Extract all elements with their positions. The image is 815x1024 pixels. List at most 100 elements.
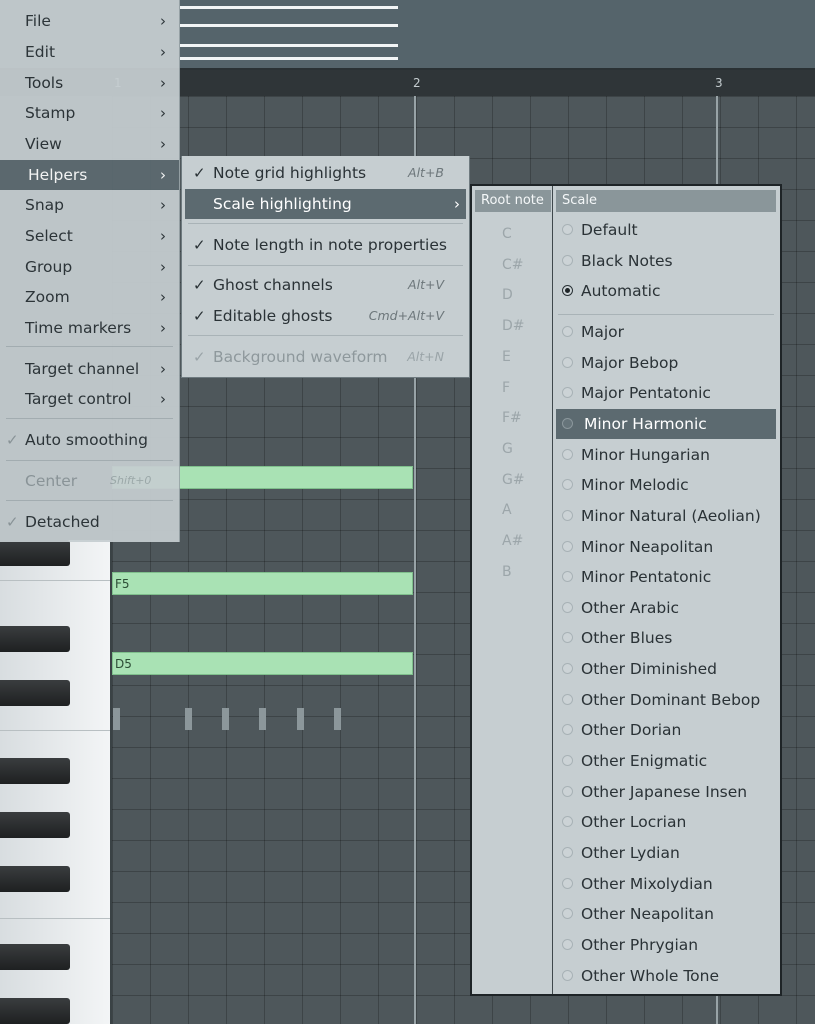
menu-item-auto-smoothing[interactable]: ✓ Auto smoothing: [0, 425, 179, 455]
root-note-option[interactable]: G: [475, 434, 551, 464]
scale-option[interactable]: Minor Harmonic: [556, 408, 776, 439]
radio-icon: [562, 724, 573, 736]
scale-option[interactable]: Other Lydian: [556, 838, 776, 868]
chevron-right-icon: ›: [160, 135, 166, 153]
scale-option-label: Other Mixolydian: [581, 874, 713, 893]
menu-item-helpers[interactable]: Helpers ›: [0, 160, 179, 190]
column-divider: [552, 186, 553, 994]
scale-option[interactable]: Minor Melodic: [556, 470, 776, 500]
menu-item-file[interactable]: File ›: [0, 6, 179, 36]
menu-divider: [6, 418, 173, 419]
scale-option[interactable]: Other Locrian: [556, 807, 776, 837]
scale-option[interactable]: Automatic: [556, 276, 776, 306]
scale-option[interactable]: Black Notes: [556, 246, 776, 276]
chevron-right-icon: ›: [160, 104, 166, 122]
scale-option[interactable]: Other Enigmatic: [556, 746, 776, 776]
piano-roll-options-menu: File › Edit › Tools › Stamp › View › Hel…: [0, 0, 180, 542]
scale-header: Scale: [556, 190, 776, 212]
scale-option[interactable]: Other Phrygian: [556, 930, 776, 960]
root-note-option[interactable]: B: [475, 557, 551, 587]
shortcut-hint: Alt+N: [407, 349, 444, 364]
note-block[interactable]: F5: [112, 572, 413, 595]
chevron-right-icon: ›: [160, 319, 166, 337]
menu-item-target-control[interactable]: Target control ›: [0, 384, 179, 414]
scale-option-label: Other Neapolitan: [581, 905, 714, 924]
menu-item-time-markers[interactable]: Time markers ›: [0, 313, 179, 343]
piano-keyboard[interactable]: [0, 540, 112, 1024]
black-key[interactable]: [0, 626, 70, 652]
root-note-column: Root note C C# D D# E F F# G G# A A# B: [475, 190, 551, 991]
scale-option[interactable]: Minor Natural (Aeolian): [556, 501, 776, 531]
scale-option[interactable]: Minor Neapolitan: [556, 532, 776, 562]
scale-option-label: Other Enigmatic: [581, 752, 708, 771]
menu-item-background-waveform[interactable]: ✓ Background waveform Alt+N: [185, 342, 466, 372]
black-key[interactable]: [0, 680, 70, 706]
menu-item-select[interactable]: Select ›: [0, 221, 179, 251]
menu-item-zoom[interactable]: Zoom ›: [0, 282, 179, 312]
menu-item-group[interactable]: Group ›: [0, 252, 179, 282]
menu-item-center[interactable]: Center Shift+0: [0, 466, 179, 496]
root-note-option[interactable]: A#: [475, 526, 551, 556]
black-key[interactable]: [0, 944, 70, 970]
root-note-option[interactable]: D: [475, 280, 551, 310]
root-note-option[interactable]: C#: [475, 250, 551, 280]
radio-icon: [562, 387, 573, 399]
menu-item-scale-highlighting[interactable]: Scale highlighting ›: [185, 189, 466, 219]
root-note-option[interactable]: G#: [475, 465, 551, 495]
menu-item-tools[interactable]: Tools ›: [0, 68, 179, 98]
chevron-right-icon: ›: [160, 288, 166, 306]
scale-option[interactable]: Other Japanese Insen: [556, 777, 776, 807]
overview-note-bar: [180, 44, 398, 47]
scale-highlighting-panel: Root note C C# D D# E F F# G G# A A# B Scale Defaul…: [470, 184, 782, 996]
menu-item-edit[interactable]: Edit ›: [0, 37, 179, 67]
menu-item-detached[interactable]: ✓ Detached: [0, 507, 179, 537]
scale-option-label: Automatic: [581, 282, 661, 301]
root-note-option[interactable]: F: [475, 373, 551, 403]
note-block[interactable]: D5: [112, 652, 413, 675]
menu-item-note-grid-highlights[interactable]: ✓ Note grid highlights Alt+B: [185, 158, 466, 188]
radio-icon: [562, 847, 573, 858]
black-key[interactable]: [0, 540, 70, 566]
menu-item-view[interactable]: View ›: [0, 129, 179, 159]
scale-option[interactable]: Default: [556, 215, 776, 245]
scale-option[interactable]: Other Whole Tone: [556, 961, 776, 991]
black-key[interactable]: [0, 998, 70, 1024]
chevron-right-icon: ›: [160, 227, 166, 245]
check-icon: ✓: [193, 307, 206, 325]
chevron-right-icon: ›: [160, 12, 166, 30]
root-note-option[interactable]: A: [475, 495, 551, 525]
scale-option[interactable]: Minor Hungarian: [556, 440, 776, 470]
root-note-option[interactable]: E: [475, 342, 551, 372]
menu-item-editable-ghosts[interactable]: ✓ Editable ghosts Cmd+Alt+V: [185, 301, 466, 331]
root-note-option[interactable]: D#: [475, 311, 551, 341]
menu-item-ghost-channels[interactable]: ✓ Ghost channels Alt+V: [185, 270, 466, 300]
scale-option-label: Other Phrygian: [581, 935, 699, 954]
radio-icon: [562, 663, 573, 675]
check-icon: ✓: [193, 276, 206, 294]
root-note-header: Root note: [475, 190, 551, 212]
scale-option[interactable]: Other Neapolitan: [556, 899, 776, 929]
scale-option[interactable]: Major: [556, 317, 776, 347]
shortcut-hint: Alt+B: [408, 165, 444, 180]
root-note-option[interactable]: F#: [475, 403, 551, 433]
radio-icon: [562, 816, 573, 828]
radio-icon: [562, 356, 573, 368]
black-key[interactable]: [0, 758, 70, 784]
scale-option[interactable]: Other Arabic: [556, 593, 776, 623]
scale-option[interactable]: Other Diminished: [556, 654, 776, 684]
scale-option[interactable]: Other Mixolydian: [556, 869, 776, 899]
scale-option[interactable]: Minor Pentatonic: [556, 562, 776, 592]
scale-option[interactable]: Other Dominant Bebop: [556, 685, 776, 715]
menu-item-note-length-properties[interactable]: ✓ Note length in note properties: [185, 230, 466, 260]
menu-item-snap[interactable]: Snap ›: [0, 190, 179, 220]
black-key[interactable]: [0, 812, 70, 838]
menu-item-target-channel[interactable]: Target channel ›: [0, 354, 179, 384]
scale-option[interactable]: Other Blues: [556, 623, 776, 653]
menu-item-stamp[interactable]: Stamp ›: [0, 98, 179, 128]
scale-option[interactable]: Other Dorian: [556, 715, 776, 745]
root-note-option[interactable]: C: [475, 219, 551, 249]
scale-option[interactable]: Major Pentatonic: [556, 378, 776, 408]
black-key[interactable]: [0, 866, 70, 892]
menu-divider: [188, 335, 463, 336]
scale-option[interactable]: Major Bebop: [556, 348, 776, 378]
